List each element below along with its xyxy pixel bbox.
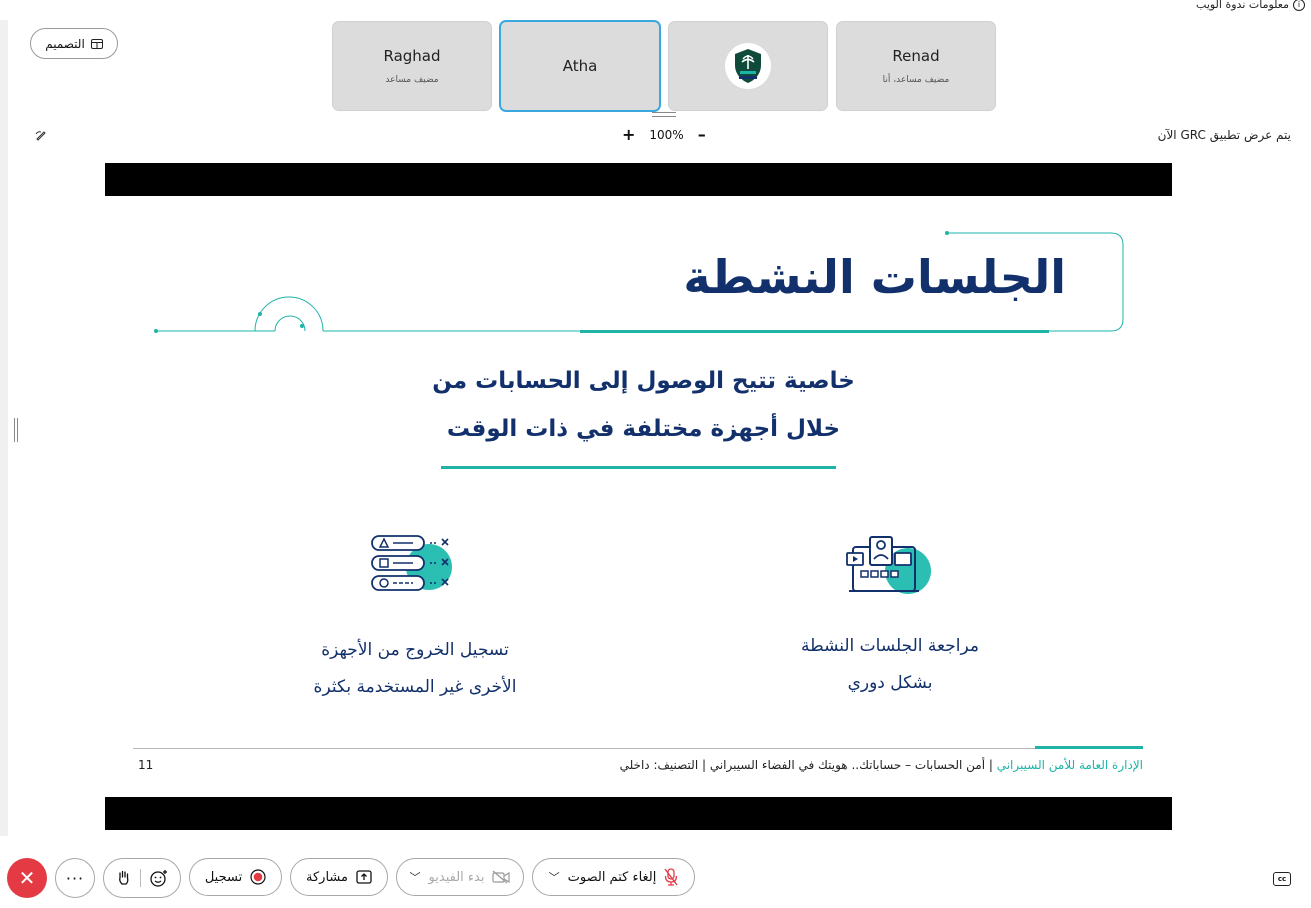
participant-tile-raghad[interactable]: Raghad مضيف مساعد [332,21,492,111]
unmute-button[interactable]: إلغاء كتم الصوت ﹀ [532,858,695,896]
share-button[interactable]: مشاركة [290,858,388,896]
webinar-info-link[interactable]: i معلومات ندوة الويب [1196,0,1305,11]
participant-tile-atha[interactable]: Atha [499,20,661,112]
record-label: تسجيل [204,869,243,885]
chevron-down-icon[interactable]: ﹀ [410,869,421,885]
raise-hand-icon[interactable] [117,870,131,886]
annotate-pen-icon[interactable] [35,129,47,144]
participant-name: Atha [562,57,598,75]
microphone-muted-icon [664,868,678,886]
footer-org: الإدارة العامة للأمن السيبراني [996,758,1143,772]
feature2-line2: الأخرى غير المستخدمة بكثرة [313,677,517,697]
footer-rest: | أمن الحسابات – حساباتك.. هويتك في الفض… [619,758,997,772]
left-panel-edge [0,20,8,836]
chevron-down-icon[interactable]: ﹀ [549,869,560,885]
subtitle-underline [441,466,836,469]
slide: الجلسات النشطة خاصية تتيح الوصول إلى الح… [105,196,1172,797]
title-underline [580,330,1049,333]
slide-title: الجلسات النشطة [683,250,1066,304]
feature1-line2: بشكل دوري [847,673,933,693]
slide-footer: الإدارة العامة للأمن السيبراني | أمن الح… [620,758,1143,772]
record-button[interactable]: تسجيل [189,858,282,896]
device-logout-icon [371,535,452,591]
footer-accent [1035,746,1143,749]
feature1-line1: مراجعة الجلسات النشطة [801,636,979,656]
cyber-security-logo-icon [725,43,771,89]
record-icon [250,869,266,885]
leave-meeting-button[interactable]: ✕ [7,858,47,898]
slide-subtitle-line1: خاصية تتيح الوصول إلى الحسابات من [432,368,855,394]
participant-name: Renad [892,47,940,65]
zoom-out-button[interactable]: – [698,127,706,143]
zoom-level: 100% [649,128,684,142]
feature2-line1: تسجيل الخروج من الأجهزة [321,640,509,660]
participant-role: مضيف مساعد [385,75,439,85]
feature-logout-devices: تسجيل الخروج من الأجهزة الأخرى غير المست… [265,632,565,706]
participant-tile-renad[interactable]: Renad مضيف مساعد، أنا [836,21,996,111]
participant-name: Raghad [383,47,441,65]
layout-grid-icon [90,38,103,49]
side-panel-resize-handle[interactable] [14,418,18,442]
meeting-toolbar: ✕ ··· تسجيل مشاركة بدء الفيديو ﹀ إلغاء ك… [0,856,1311,900]
session-review-icon [846,536,931,594]
zoom-controls: + 100% – [622,127,706,143]
unmute-label: إلغاء كتم الصوت [567,869,657,885]
webinar-info-label: معلومات ندوة الويب [1196,0,1289,11]
start-video-button[interactable]: بدء الفيديو ﹀ [396,858,524,896]
footer-divider [133,748,1143,749]
layout-label: التصميم [45,36,85,51]
reactions-button[interactable] [103,858,181,898]
feature-review-sessions: مراجعة الجلسات النشطة بشكل دوري [745,628,1035,702]
emoji-reaction-icon[interactable] [149,869,168,887]
share-label: مشاركة [306,869,348,885]
slide-page-number: 11 [138,758,154,772]
video-off-icon [492,870,511,884]
zoom-in-button[interactable]: + [622,127,635,143]
more-options-button[interactable]: ··· [55,858,95,898]
shared-content: الجلسات النشطة خاصية تتيح الوصول إلى الح… [105,163,1172,830]
video-label: بدء الفيديو [428,869,485,885]
slide-subtitle-line2: خلال أجهزة مختلفة في ذات الوقت [446,416,841,442]
filmstrip-resize-handle[interactable] [652,112,676,117]
share-status: يتم عرض تطبيق GRC الآن [1157,128,1291,142]
reactions-divider [139,869,141,887]
participant-role: مضيف مساعد، أنا [882,75,950,85]
close-icon: ✕ [18,866,36,890]
closed-captions-button[interactable]: cc [1273,872,1291,886]
meeting-window: i معلومات ندوة الويب التصميم Renad مضيف … [0,0,1311,908]
info-icon: i [1293,0,1305,11]
participant-tile-logo[interactable] [668,21,828,111]
share-screen-icon [356,870,372,884]
layout-button[interactable]: التصميم [30,28,118,59]
